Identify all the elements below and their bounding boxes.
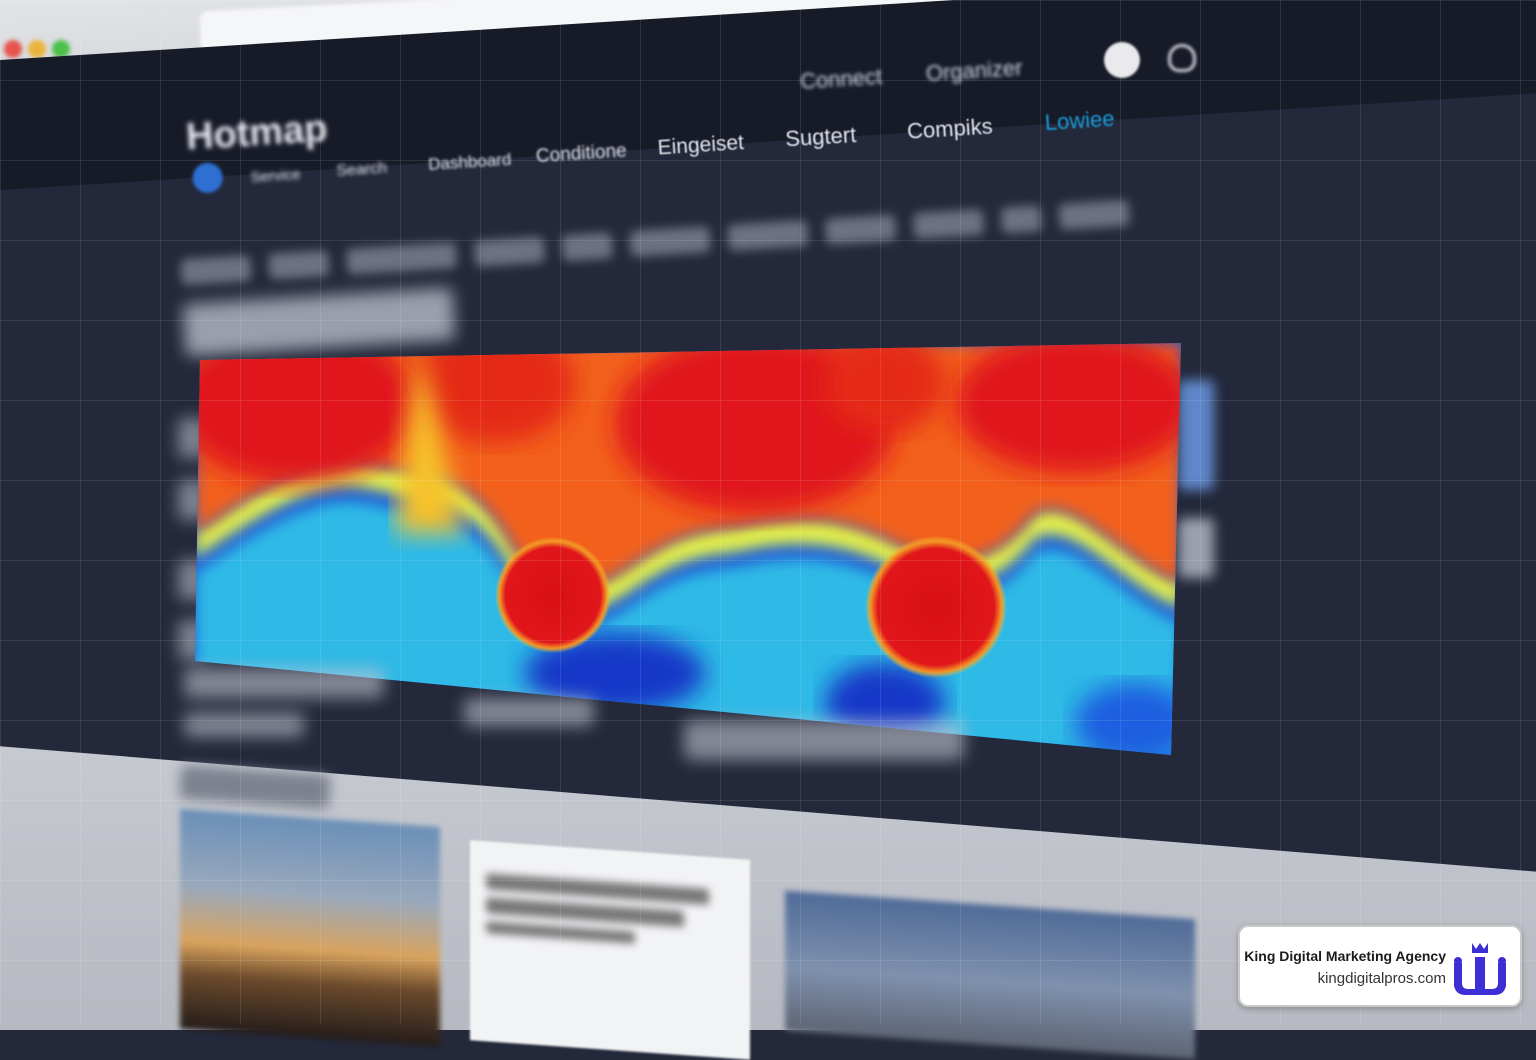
close-dot[interactable] (4, 40, 22, 58)
subnav-item[interactable] (180, 254, 252, 286)
footer-label (184, 713, 304, 737)
footer-label (464, 698, 594, 726)
nav-item-service[interactable]: Service (250, 166, 301, 186)
subnav-item[interactable] (473, 236, 546, 267)
subnav-item[interactable] (1058, 199, 1130, 231)
subnav-item[interactable] (345, 242, 458, 275)
side-panel-button[interactable] (1178, 518, 1214, 578)
subnav-item[interactable] (1000, 205, 1043, 234)
sub-nav (179, 173, 1211, 308)
nav-item-dashboard[interactable]: Dashboard (428, 150, 512, 175)
subnav-item[interactable] (629, 226, 711, 258)
nav-item-eingeiset[interactable]: Eingeiset (657, 131, 745, 160)
article-card[interactable] (470, 840, 750, 1060)
subnav-item[interactable] (561, 232, 613, 262)
subnav-item[interactable] (268, 250, 330, 280)
subnav-item[interactable] (727, 219, 809, 251)
side-panel-button[interactable] (1178, 380, 1214, 490)
footer-label (184, 668, 384, 698)
agency-name: King Digital Marketing Agency (1244, 948, 1446, 964)
chart-footer (184, 668, 984, 778)
card-image-landscape[interactable] (785, 890, 1195, 1060)
agency-url[interactable]: kingdigitalpros.com (1318, 970, 1446, 987)
nav-item-compiks[interactable]: Compiks (906, 113, 993, 144)
nav-item-lowiee[interactable]: Lowiee (1044, 106, 1115, 136)
nav-item-conditione[interactable]: Conditione (535, 141, 627, 169)
subnav-item[interactable] (912, 208, 985, 240)
card-image-sunset[interactable] (180, 808, 440, 1048)
nav-item-search[interactable]: Search (336, 160, 388, 181)
agency-badge[interactable]: King Digital Marketing Agency kingdigita… (1238, 925, 1522, 1007)
subnav-item[interactable] (824, 214, 897, 245)
footer-label (684, 720, 964, 760)
minimize-dot[interactable] (28, 40, 46, 58)
crown-logo-icon (1454, 943, 1506, 995)
card-text-line (486, 921, 635, 944)
nav-item-sugtert[interactable]: Sugtert (785, 122, 857, 152)
home-icon[interactable] (191, 161, 224, 194)
